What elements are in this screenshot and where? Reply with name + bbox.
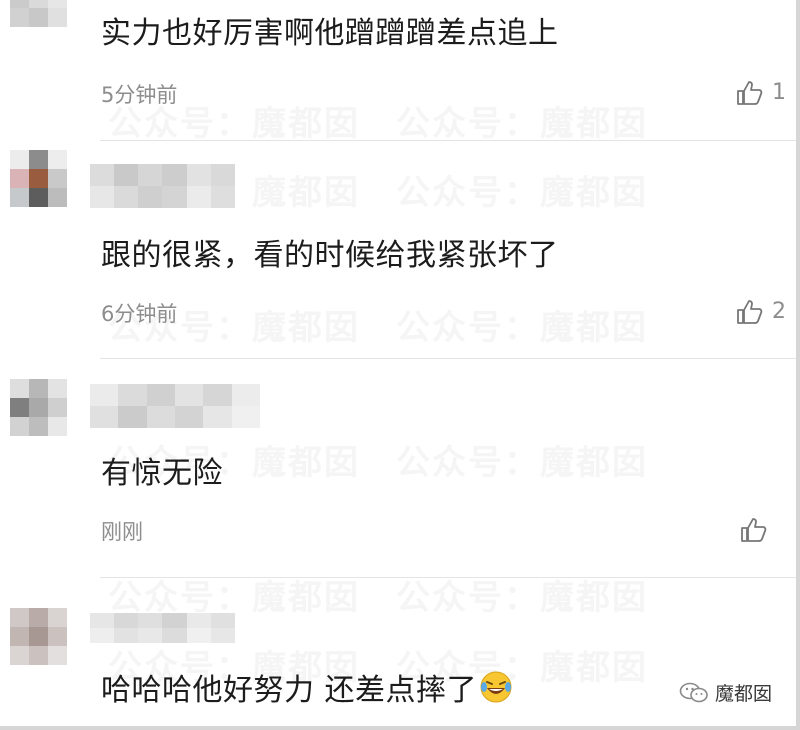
- comment-time: 刚刚: [101, 520, 143, 544]
- thumbs-up-icon: [737, 300, 763, 324]
- account-brand: 魔都囡: [679, 679, 772, 706]
- thumbs-up-icon: [741, 518, 767, 542]
- comment-item: 跟的很紧，看的时候给我紧张坏了 6分钟前 2: [0, 141, 796, 359]
- comment-time: 6分钟前: [101, 302, 178, 326]
- like-button[interactable]: [740, 517, 776, 543]
- like-count: 1: [772, 80, 786, 105]
- like-button[interactable]: 1: [736, 80, 786, 106]
- comment-item: 有惊无险 刚刚: [0, 359, 796, 577]
- comment-item: 哈哈哈他好努力 还差点摔了: [0, 578, 796, 726]
- avatar[interactable]: [10, 608, 67, 665]
- avatar[interactable]: [10, 150, 67, 207]
- comment-text: 有惊无险: [101, 456, 223, 491]
- comment-text: 跟的很紧，看的时候给我紧张坏了: [101, 238, 559, 273]
- nickname-blurred[interactable]: [90, 384, 260, 428]
- comment-text: 哈哈哈他好努力 还差点摔了: [101, 670, 513, 711]
- like-count: 2: [772, 299, 786, 324]
- like-button[interactable]: 2: [736, 299, 786, 325]
- comment-item: 实力也好厉害啊他蹭蹭蹭差点追上 5分钟前 1: [0, 0, 796, 140]
- avatar[interactable]: [10, 379, 67, 436]
- nickname-blurred[interactable]: [90, 164, 235, 208]
- wechat-icon: [679, 682, 708, 702]
- laughing-tears-emoji: [480, 671, 512, 703]
- avatar[interactable]: [10, 0, 67, 27]
- thumbs-up-icon: [737, 81, 763, 105]
- comment-list: 公众号：魔都囡 公众号：魔都囡 公众号：魔都囡 公众号：魔都囡 公众号：魔都囡 …: [0, 0, 800, 730]
- brand-label: 魔都囡: [714, 683, 772, 705]
- comment-time: 5分钟前: [101, 83, 178, 107]
- comment-text: 实力也好厉害啊他蹭蹭蹭差点追上: [101, 16, 559, 51]
- nickname-blurred[interactable]: [90, 613, 235, 643]
